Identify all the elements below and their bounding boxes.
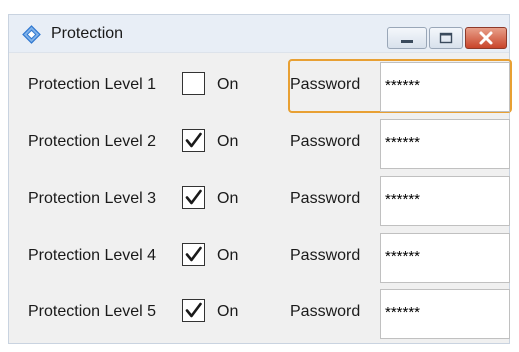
- on-label: On: [217, 76, 239, 93]
- protection-level-row: Protection Level 4 On Password ******: [9, 233, 510, 283]
- password-label: Password: [290, 133, 361, 150]
- protection-level-checkbox[interactable]: [182, 129, 205, 152]
- close-button[interactable]: [465, 27, 507, 49]
- title-bar[interactable]: Protection: [9, 15, 509, 53]
- protection-level-label: Protection Level 2: [28, 133, 157, 150]
- password-field[interactable]: ******: [380, 233, 510, 283]
- protection-level-row: Protection Level 5 On Password ******: [9, 289, 510, 339]
- password-value: ******: [385, 248, 421, 265]
- protection-level-label: Protection Level 3: [28, 190, 157, 207]
- protection-level-checkbox[interactable]: [182, 186, 205, 209]
- protection-level-checkbox[interactable]: [182, 243, 205, 266]
- password-field[interactable]: ******: [380, 176, 510, 226]
- minimize-button[interactable]: [387, 27, 427, 49]
- protection-level-checkbox[interactable]: [182, 299, 205, 322]
- protection-level-label: Protection Level 4: [28, 247, 157, 264]
- checkmark-icon: [185, 302, 202, 318]
- password-label: Password: [290, 190, 361, 207]
- password-value: ******: [385, 134, 421, 151]
- close-icon: [479, 31, 493, 45]
- password-label: Password: [290, 76, 361, 93]
- checkmark-icon: [185, 189, 202, 205]
- on-label: On: [217, 190, 239, 207]
- password-field[interactable]: ******: [380, 289, 510, 339]
- protection-dialog: Protection Protection Level 1 On Password *…: [8, 14, 512, 344]
- protection-level-row: Protection Level 3 On Password ******: [9, 176, 510, 226]
- checkmark-icon: [185, 132, 202, 148]
- password-field[interactable]: ******: [380, 119, 510, 169]
- password-value: ******: [385, 304, 421, 321]
- protection-level-row: Protection Level 1 On Password ******: [9, 59, 512, 113]
- checkmark-icon: [185, 246, 202, 262]
- password-value: ******: [385, 191, 421, 208]
- on-label: On: [217, 133, 239, 150]
- maximize-icon: [439, 32, 453, 44]
- protection-level-label: Protection Level 1: [28, 76, 157, 93]
- password-label: Password: [290, 247, 361, 264]
- maximize-button[interactable]: [429, 27, 463, 49]
- minimize-icon: [401, 40, 413, 43]
- protection-level-row: Protection Level 2 On Password ******: [9, 119, 510, 169]
- protection-level-label: Protection Level 5: [28, 303, 157, 320]
- on-label: On: [217, 247, 239, 264]
- password-label: Password: [290, 303, 361, 320]
- protection-level-checkbox[interactable]: [182, 72, 205, 95]
- password-field[interactable]: ******: [380, 62, 510, 112]
- password-value: ******: [385, 77, 421, 94]
- window-title: Protection: [51, 25, 124, 42]
- on-label: On: [217, 303, 239, 320]
- diamond-icon: [22, 25, 41, 44]
